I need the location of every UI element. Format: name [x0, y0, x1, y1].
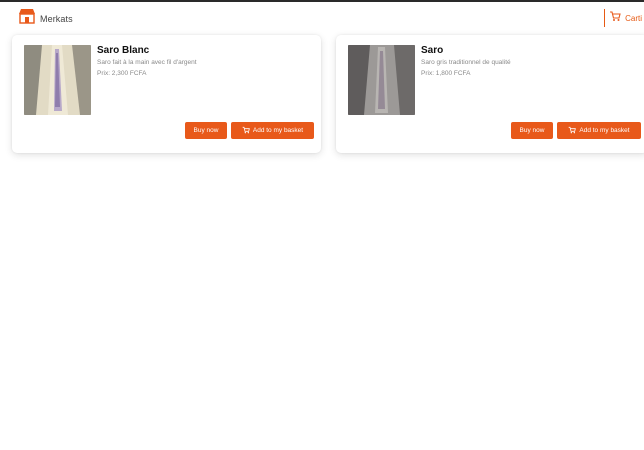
product-description: Saro fait à la main avec fil d'argent — [97, 59, 197, 66]
add-to-basket-button[interactable]: Add to my basket — [231, 122, 314, 139]
brand-label: Merkats — [40, 13, 73, 24]
product-card: Saro Saro gris traditionnel de qualité P… — [336, 35, 644, 153]
product-card: Saro Blanc Saro fait à la main avec fil … — [12, 35, 321, 153]
product-name: Saro — [421, 45, 444, 56]
product-info: Saro Blanc Saro fait à la main avec fil … — [97, 45, 313, 77]
product-price: Prix: 2,300 FCFA — [97, 70, 147, 77]
store-icon — [18, 8, 36, 29]
cart-icon — [568, 126, 577, 136]
product-actions: Buy now Add to my basket — [511, 122, 641, 139]
product-price: Prix: 1,800 FCFA — [421, 70, 471, 77]
brand-link[interactable]: Merkats — [18, 8, 73, 29]
buy-now-button[interactable]: Buy now — [511, 122, 553, 139]
cart-icon — [609, 9, 621, 27]
cart-icon — [242, 126, 250, 136]
product-name: Saro Blanc — [97, 45, 150, 56]
product-image[interactable] — [24, 45, 91, 115]
add-to-basket-label: Add to my basket — [252, 127, 304, 134]
buy-now-label: Buy now — [193, 127, 219, 134]
product-info: Saro Saro gris traditionnel de qualité P… — [421, 45, 640, 77]
buy-now-button[interactable]: Buy now — [185, 122, 227, 139]
header: Merkats Carti — [0, 2, 644, 30]
add-to-basket-button[interactable]: Add to my basket — [557, 122, 641, 139]
product-actions: Buy now Add to my basket — [185, 122, 314, 139]
cart-label: Carti — [625, 13, 642, 23]
product-image[interactable] — [348, 45, 415, 115]
add-to-basket-label: Add to my basket — [579, 127, 630, 134]
cart-link[interactable]: Carti — [604, 9, 642, 27]
product-description: Saro gris traditionnel de qualité — [421, 59, 511, 66]
buy-now-label: Buy now — [519, 127, 545, 134]
